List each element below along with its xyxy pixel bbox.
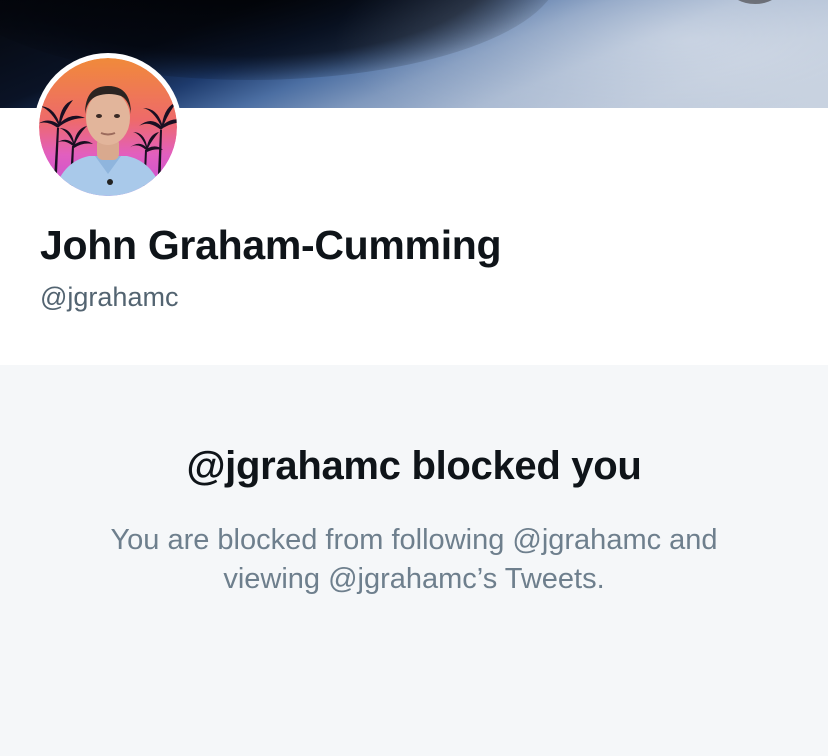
avatar[interactable] — [34, 53, 182, 201]
profile-display-name: John Graham-Cumming — [40, 222, 502, 268]
avatar-photo — [39, 58, 177, 196]
profile-handle: @jgrahamc — [40, 282, 179, 312]
blocked-notice: @jgrahamc blocked you You are blocked fr… — [0, 365, 828, 756]
banner-action-button[interactable] — [730, 0, 780, 4]
blocked-message: You are blocked from following @jgrahamc… — [110, 524, 718, 595]
blocked-title: @jgrahamc blocked you — [186, 444, 642, 488]
profile-page: John Graham-Cumming @jgrahamc @jgrahamc … — [0, 0, 828, 756]
